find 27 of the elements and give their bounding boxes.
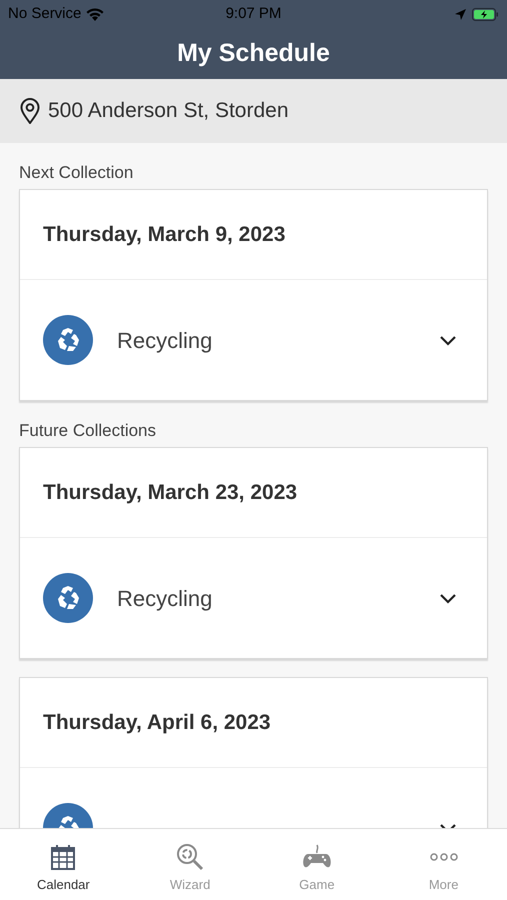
location-arrow-icon — [455, 8, 466, 20]
service-name: Recycling — [117, 326, 214, 355]
more-icon — [430, 852, 458, 862]
screen-title: My Schedule — [177, 38, 330, 69]
collection-date: Thursday, March 9, 2023 — [43, 222, 286, 248]
gamepad-icon — [302, 844, 332, 870]
service-name: Recycling — [117, 584, 214, 613]
address-text: 500 Anderson St, Storden — [48, 98, 289, 124]
address-bar[interactable]: 500 Anderson St, Storden — [0, 79, 507, 143]
recycling-icon — [43, 573, 93, 623]
calendar-icon — [51, 844, 76, 870]
carrier-text: No Service — [8, 4, 82, 24]
collection-row[interactable]: Recycling — [20, 538, 487, 658]
chevron-icon[interactable] — [439, 592, 457, 604]
recycling-icon — [43, 315, 93, 365]
calendar-tab[interactable]: Calendar — [0, 829, 127, 900]
section-label: Future Collections — [19, 421, 158, 441]
collection-date: Thursday, April 6, 2023 — [43, 710, 271, 736]
chevron-icon[interactable] — [439, 334, 457, 346]
section-label: Next Collection — [19, 163, 134, 183]
wifi-icon — [86, 8, 104, 20]
battery-icon — [472, 8, 499, 20]
magnifier-icon — [176, 843, 204, 871]
collection-date: Thursday, March 23, 2023 — [43, 480, 298, 506]
location-pin-icon — [20, 98, 40, 124]
clock-text: 9:07 PM — [226, 4, 282, 24]
collection-row[interactable]: Recycling — [20, 280, 487, 400]
